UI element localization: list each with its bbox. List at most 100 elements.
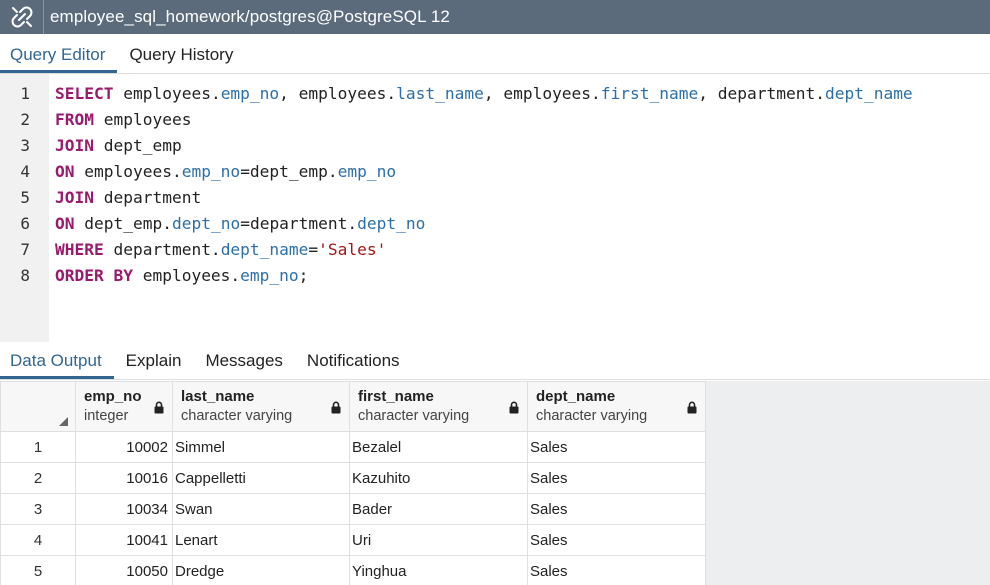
cell-first-name[interactable]: Yinghua	[349, 555, 528, 585]
column-header-emp-no[interactable]: emp_no integer	[75, 381, 173, 432]
cell-emp-no[interactable]: 10034	[75, 493, 173, 525]
result-table: emp_no integer last_name character varyi…	[0, 381, 706, 585]
code-line[interactable]: JOIN dept_emp	[55, 133, 990, 159]
sql-string: 'Sales'	[318, 240, 387, 259]
tab-messages[interactable]: Messages	[193, 342, 294, 379]
sql-text: dept_emp	[93, 136, 182, 155]
line-number: 6	[20, 214, 30, 233]
line-number: 5	[20, 188, 30, 207]
sql-keyword: ON	[55, 162, 75, 181]
cell-first-name[interactable]: Kazuhito	[349, 462, 528, 494]
cell-first-name[interactable]: Bezalel	[349, 431, 528, 463]
sql-editor[interactable]: 1 2 3 4 5 6 7 8 SELECT employees.emp_no,…	[0, 74, 990, 342]
row-number[interactable]: 5	[0, 555, 76, 585]
sql-text: department	[93, 188, 202, 207]
sql-identifier: emp_no	[220, 84, 280, 103]
sql-text: employees.	[132, 266, 241, 285]
sql-text: employees.	[74, 162, 182, 181]
line-number: 2	[20, 110, 30, 129]
cell-dept-name[interactable]: Sales	[527, 555, 706, 585]
line-number: 8	[20, 266, 30, 285]
sql-keyword: ON	[55, 214, 75, 233]
sql-identifier: emp_no	[240, 266, 299, 285]
code-line[interactable]: ON dept_emp.dept_no=department.dept_no	[55, 211, 990, 237]
table-row[interactable]: 1 10002 Simmel Bezalel Sales	[0, 431, 706, 463]
table-row[interactable]: 3 10034 Swan Bader Sales	[0, 493, 706, 525]
cell-last-name[interactable]: Swan	[172, 493, 350, 525]
cell-first-name[interactable]: Bader	[349, 493, 528, 525]
sql-text: dept_emp.	[74, 214, 172, 233]
row-number[interactable]: 4	[0, 524, 76, 556]
sql-text: employees	[93, 110, 192, 129]
select-all-triangle-icon[interactable]	[59, 417, 68, 426]
line-number: 3	[20, 136, 30, 155]
code-line[interactable]: ORDER BY employees.emp_no;	[55, 263, 990, 289]
code-line[interactable]: SELECT employees.emp_no, employees.last_…	[55, 81, 990, 107]
header-row: emp_no integer last_name character varyi…	[0, 381, 706, 432]
title-bar: employee_sql_homework/postgres@PostgreSQ…	[0, 0, 990, 34]
editor-tab-strip: Query Editor Query History	[0, 34, 990, 74]
code-line[interactable]: WHERE department.dept_name='Sales'	[55, 237, 990, 263]
code-line[interactable]: FROM employees	[55, 107, 990, 133]
code-line[interactable]: ON employees.emp_no=dept_emp.emp_no	[55, 159, 990, 185]
column-name: dept_name	[536, 388, 616, 405]
row-number[interactable]: 1	[0, 431, 76, 463]
sql-text: =dept_emp.	[240, 162, 338, 181]
column-type: integer	[84, 408, 129, 424]
cell-last-name[interactable]: Lenart	[172, 524, 350, 556]
lock-icon	[331, 401, 341, 414]
sql-keyword: SELECT	[55, 84, 114, 103]
cell-emp-no[interactable]: 10050	[75, 555, 173, 585]
cell-dept-name[interactable]: Sales	[527, 431, 706, 463]
cell-emp-no[interactable]: 10016	[75, 462, 173, 494]
sql-identifier: first_name	[600, 84, 699, 103]
lock-icon	[509, 401, 519, 414]
tab-data-output[interactable]: Data Output	[0, 342, 114, 379]
sql-identifier: emp_no	[337, 162, 397, 181]
table-row[interactable]: 5 10050 Dredge Yinghua Sales	[0, 555, 706, 585]
column-name: last_name	[181, 388, 255, 405]
column-header-last-name[interactable]: last_name character varying	[172, 381, 350, 432]
sql-keyword: WHERE	[55, 240, 104, 259]
column-header-dept-name[interactable]: dept_name character varying	[527, 381, 706, 432]
lock-icon	[687, 401, 697, 414]
tab-query-editor[interactable]: Query Editor	[0, 34, 118, 73]
sql-identifier: dept_no	[357, 214, 426, 233]
row-number[interactable]: 3	[0, 493, 76, 525]
cell-dept-name[interactable]: Sales	[527, 524, 706, 556]
cell-dept-name[interactable]: Sales	[527, 493, 706, 525]
table-row[interactable]: 4 10041 Lenart Uri Sales	[0, 524, 706, 556]
code-line[interactable]: JOIN department	[55, 185, 990, 211]
sql-keyword: FROM	[55, 110, 94, 129]
column-type: character varying	[536, 408, 648, 424]
sql-text: =	[308, 240, 319, 259]
tab-query-history[interactable]: Query History	[117, 34, 245, 73]
row-number[interactable]: 2	[0, 462, 76, 494]
column-name: emp_no	[84, 388, 142, 405]
tab-notifications[interactable]: Notifications	[295, 342, 412, 379]
column-type: character varying	[181, 408, 293, 424]
sql-identifier: emp_no	[181, 162, 241, 181]
column-name: first_name	[358, 388, 434, 405]
line-number-gutter: 1 2 3 4 5 6 7 8	[0, 74, 49, 342]
sql-code-area[interactable]: SELECT employees.emp_no, employees.last_…	[49, 74, 990, 342]
tab-explain[interactable]: Explain	[114, 342, 194, 379]
data-output-grid: emp_no integer last_name character varyi…	[0, 381, 990, 585]
cell-first-name[interactable]: Uri	[349, 524, 528, 556]
table-row[interactable]: 2 10016 Cappelletti Kazuhito Sales	[0, 462, 706, 494]
window-title: employee_sql_homework/postgres@PostgreSQ…	[50, 7, 450, 26]
sql-text: , department.	[698, 84, 825, 103]
connection-plug-icon[interactable]	[0, 0, 44, 34]
column-header-first-name[interactable]: first_name character varying	[349, 381, 528, 432]
sql-text: =department.	[240, 214, 358, 233]
cell-emp-no[interactable]: 10041	[75, 524, 173, 556]
column-type: character varying	[358, 408, 470, 424]
cell-last-name[interactable]: Simmel	[172, 431, 350, 463]
sql-text: employees.	[113, 84, 221, 103]
cell-emp-no[interactable]: 10002	[75, 431, 173, 463]
select-all-corner[interactable]	[0, 381, 76, 432]
cell-last-name[interactable]: Dredge	[172, 555, 350, 585]
cell-last-name[interactable]: Cappelletti	[172, 462, 350, 494]
line-number: 7	[20, 240, 30, 259]
cell-dept-name[interactable]: Sales	[527, 462, 706, 494]
